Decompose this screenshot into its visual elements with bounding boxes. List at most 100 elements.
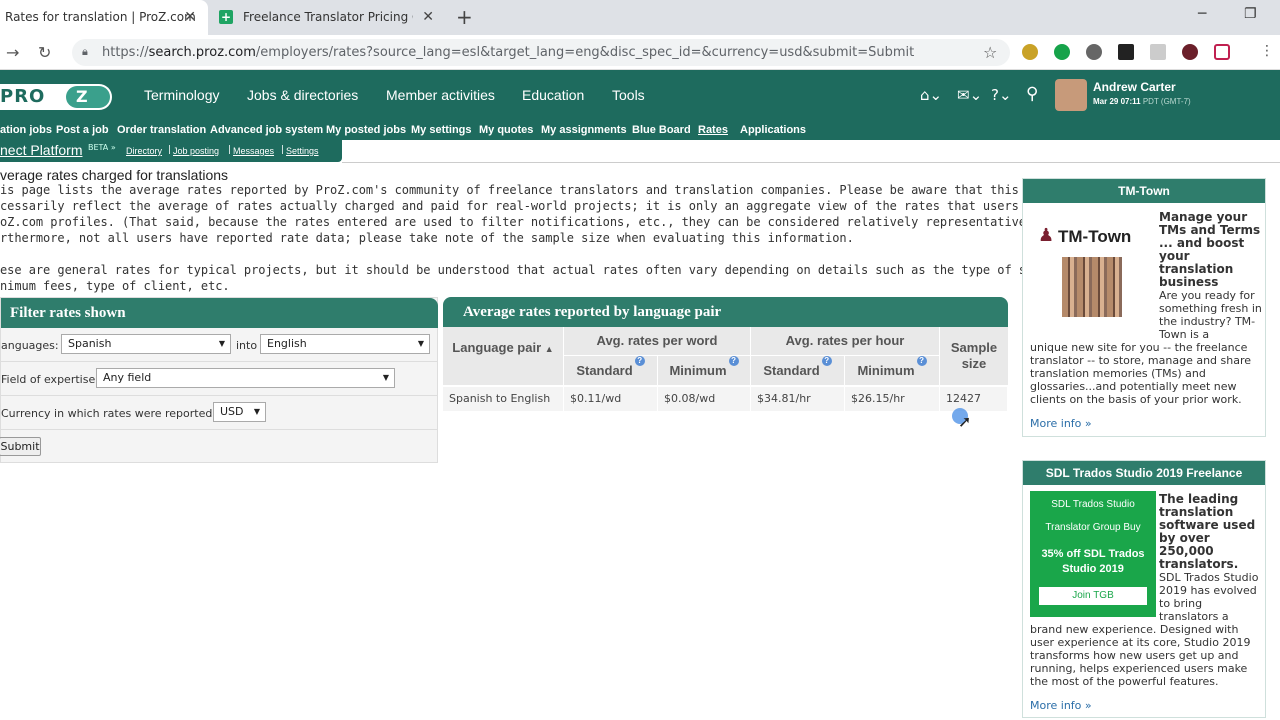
extension-icon[interactable] [1086, 44, 1102, 60]
intro-line: cessarily reflect the average of rates a… [0, 199, 1191, 213]
subnav-my-assignments[interactable]: My assignments [541, 124, 627, 136]
cell-word-standard: $0.11/wd [564, 387, 658, 411]
search-icon[interactable]: ⚲ [1026, 84, 1038, 104]
source-language-select[interactable]: Spanish ▼ [61, 334, 231, 354]
cell-hour-standard: $34.81/hr [751, 387, 845, 411]
forward-icon[interactable]: → [6, 43, 19, 62]
home-icon[interactable]: ⌂⌄ [920, 86, 942, 104]
subnav-my-settings[interactable]: My settings [411, 124, 472, 136]
maximize-icon[interactable]: ❐ [1244, 6, 1257, 22]
connect-platform-title[interactable]: nect Platform [0, 142, 82, 158]
col-hour-standard[interactable]: Standard? [751, 356, 844, 385]
star-icon[interactable]: ☆ [983, 43, 997, 62]
tmtown-title: TM-Town [1023, 179, 1265, 203]
connect-job-posting-link[interactable]: Job posting [173, 146, 219, 156]
submit-button[interactable]: Submit [0, 437, 41, 456]
nav-tools[interactable]: Tools [612, 87, 645, 103]
sdl-tagline: The leading translation software used by… [1159, 492, 1256, 571]
nav-terminology[interactable]: Terminology [144, 87, 219, 103]
url-text[interactable]: https://search.proz.com/employers/rates?… [102, 45, 914, 60]
col-word-standard[interactable]: Standard? [564, 356, 657, 385]
sdl-body: brand new experience. Designed with user… [1030, 623, 1251, 688]
tmtown-panel: TM-Town ♟ TM-Town Manage your TMs and Te… [1022, 178, 1266, 437]
pocket-icon[interactable] [1214, 44, 1230, 60]
extension-icon[interactable] [1182, 44, 1198, 60]
proz-logo[interactable]: PRO Z [0, 84, 112, 110]
tmtown-tagline: Manage your TMs and Terms ... and boost … [1159, 210, 1261, 289]
tmtown-image[interactable]: ♟ TM-Town [1030, 209, 1156, 337]
minimize-icon[interactable]: ─ [1198, 6, 1206, 22]
sdl-more-info-link[interactable]: More info » [1030, 699, 1092, 712]
subnav-advanced-job-system[interactable]: Advanced job system [210, 124, 323, 136]
cell-pair: Spanish to English [443, 387, 564, 411]
extension-icon[interactable] [1118, 44, 1134, 60]
beta-badge: BETA » [88, 143, 116, 152]
connect-settings-link[interactable]: Settings [286, 146, 319, 156]
connect-platform-bar: nect Platform BETA » Directory | Job pos… [0, 140, 342, 162]
tab-pricing-guide[interactable]: + Freelance Translator Pricing Guid ✕ [210, 0, 446, 35]
extension-icon[interactable] [1150, 44, 1166, 60]
subnav-post-job[interactable]: Post a job [56, 124, 109, 136]
field-row: Field of expertise: Any field ▼ [1, 362, 438, 396]
intro-line: nimum fees, type of client, etc. [0, 279, 230, 293]
sdl-panel: SDL Trados Studio 2019 Freelance SDL Tra… [1022, 460, 1266, 718]
user-date: Mar 29 07:11 PDT (GMT-7) [1093, 97, 1191, 106]
menu-icon[interactable]: ⋮ [1260, 43, 1274, 59]
sub-navigation: ation jobs Post a job Order translation … [0, 122, 1280, 140]
address-bar-row: → ↻ 🔒︎ https://search.proz.com/employers… [0, 35, 1280, 70]
help-icon[interactable]: ? [916, 356, 927, 366]
connect-messages-link[interactable]: Messages [233, 146, 274, 156]
field-label: Field of expertise: [1, 373, 99, 386]
reload-icon[interactable]: ↻ [38, 43, 51, 62]
help-icon[interactable]: ? [728, 356, 739, 366]
extension-icon[interactable] [1022, 44, 1038, 60]
nav-jobs-directories[interactable]: Jobs & directories [247, 87, 358, 103]
subnav-translation-jobs[interactable]: ation jobs [0, 124, 52, 136]
col-hour-minimum[interactable]: Minimum? [845, 356, 939, 385]
new-tab-button[interactable]: + [456, 5, 473, 29]
grammarly-icon[interactable] [1054, 44, 1070, 60]
sheets-icon: + [219, 10, 233, 24]
connect-directory-link[interactable]: Directory [126, 146, 162, 156]
mouse-pointer-icon: ➚ [958, 412, 972, 431]
field-select[interactable]: Any field ▼ [96, 368, 395, 388]
tab-title: Freelance Translator Pricing Guid [243, 10, 413, 24]
col-per-word: Avg. rates per word [564, 327, 750, 355]
sdl-ad-image[interactable]: SDL Trados Studio Translator Group Buy 3… [1030, 491, 1156, 617]
tab-title: Rates for translation | ProZ.com [5, 10, 196, 24]
lock-icon: 🔒︎ [82, 45, 88, 58]
tab-rates[interactable]: Rates for translation | ProZ.com ✕ [0, 0, 208, 35]
close-icon[interactable]: ✕ [184, 9, 196, 25]
help-icon[interactable]: ? [634, 356, 645, 366]
filter-header: Filter rates shown [1, 298, 438, 328]
sdl-title: SDL Trados Studio 2019 Freelance [1023, 461, 1265, 485]
avatar[interactable] [1055, 79, 1087, 111]
tmtown-logo: TM-Town [1058, 227, 1132, 246]
subnav-my-posted-jobs[interactable]: My posted jobs [326, 124, 406, 136]
nav-education[interactable]: Education [522, 87, 584, 103]
help-icon[interactable]: ? [821, 356, 832, 366]
col-language-pair[interactable]: Language pair ▲ [443, 327, 563, 385]
nav-member-activities[interactable]: Member activities [386, 87, 495, 103]
mail-icon[interactable]: ✉⌄ [957, 86, 982, 104]
join-tgb-button[interactable]: Join TGB [1039, 587, 1147, 605]
subnav-applications[interactable]: Applications [740, 124, 806, 136]
cell-sample-size: 12427 [940, 387, 1008, 411]
intro-line: is page lists the average rates reported… [0, 183, 1120, 197]
languages-row: anguages: Spanish ▼ into English ▼ [1, 328, 438, 362]
col-word-minimum[interactable]: Minimum? [658, 356, 750, 385]
subnav-blue-board[interactable]: Blue Board [632, 124, 691, 136]
page-title: verage rates charged for translations [0, 167, 229, 183]
user-name[interactable]: Andrew Carter [1093, 80, 1176, 94]
currency-select[interactable]: USD ▼ [213, 402, 266, 422]
close-icon[interactable]: ✕ [422, 9, 434, 25]
help-icon[interactable]: ?⌄ [991, 86, 1012, 104]
into-label: into [236, 339, 258, 352]
subnav-rates[interactable]: Rates [698, 124, 728, 136]
subnav-my-quotes[interactable]: My quotes [479, 124, 533, 136]
browser-tab-strip: Rates for translation | ProZ.com ✕ + Fre… [0, 0, 1280, 35]
target-language-select[interactable]: English ▼ [260, 334, 430, 354]
tmtown-more-info-link[interactable]: More info » [1030, 417, 1092, 430]
rates-header: Average rates reported by language pair [443, 297, 1008, 327]
subnav-order-translation[interactable]: Order translation [117, 124, 206, 136]
